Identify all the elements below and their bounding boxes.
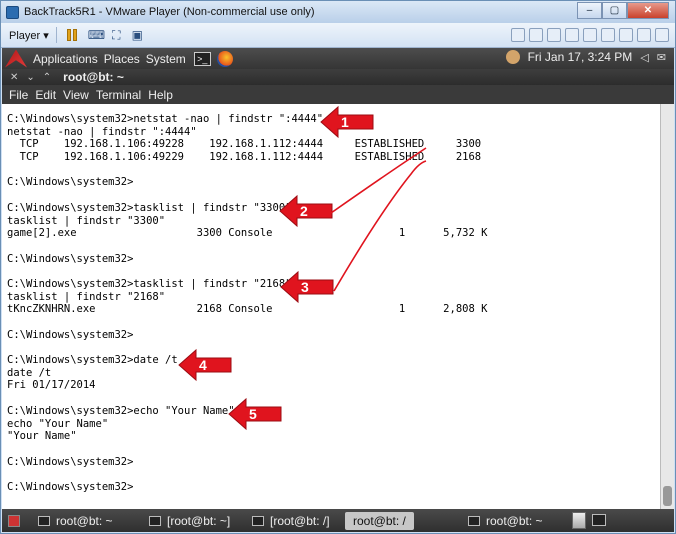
terminal-icon (252, 516, 264, 526)
vmware-window: BackTrack5R1 - VMware Player (Non-commer… (0, 0, 676, 534)
connector-line (333, 160, 427, 292)
taskbar-item-label: root@bt: ~ (486, 514, 543, 528)
terminal-icon (468, 516, 480, 526)
terminal-icon (38, 516, 50, 526)
workspace-switcher-icon[interactable] (592, 514, 606, 526)
callout-number: 5 (249, 406, 257, 422)
callout-number: 1 (341, 114, 349, 130)
taskbar-item-root-home[interactable]: root@bt: ~ (34, 512, 113, 530)
taskbar-item-root-slash-min[interactable]: [root@bt: /] (248, 512, 330, 530)
callout-number: 2 (300, 203, 308, 219)
connector-line (330, 147, 427, 214)
gnome-bottom-panel: root@bt: ~ [root@bt: ~] [root@bt: /] roo… (2, 509, 674, 532)
trash-icon[interactable] (572, 512, 586, 529)
taskbar-item-label: root@bt: / (353, 514, 406, 528)
taskbar-item-root-home-min[interactable]: [root@bt: ~] (145, 512, 230, 530)
terminal-icon (149, 516, 161, 526)
taskbar-item-label: [root@bt: /] (270, 514, 330, 528)
callout-number: 3 (301, 279, 309, 295)
annotation-layer: 1 2 3 4 5 (178, 105, 427, 431)
taskbar-item-root-slash-active[interactable]: root@bt: / (345, 512, 414, 530)
taskbar-item-root-home-2[interactable]: root@bt: ~ (464, 512, 543, 530)
taskbar-item-label: [root@bt: ~] (167, 514, 231, 528)
show-desktop-icon[interactable] (8, 514, 20, 527)
callout-number: 4 (199, 357, 207, 373)
taskbar-item-label: root@bt: ~ (56, 514, 113, 528)
